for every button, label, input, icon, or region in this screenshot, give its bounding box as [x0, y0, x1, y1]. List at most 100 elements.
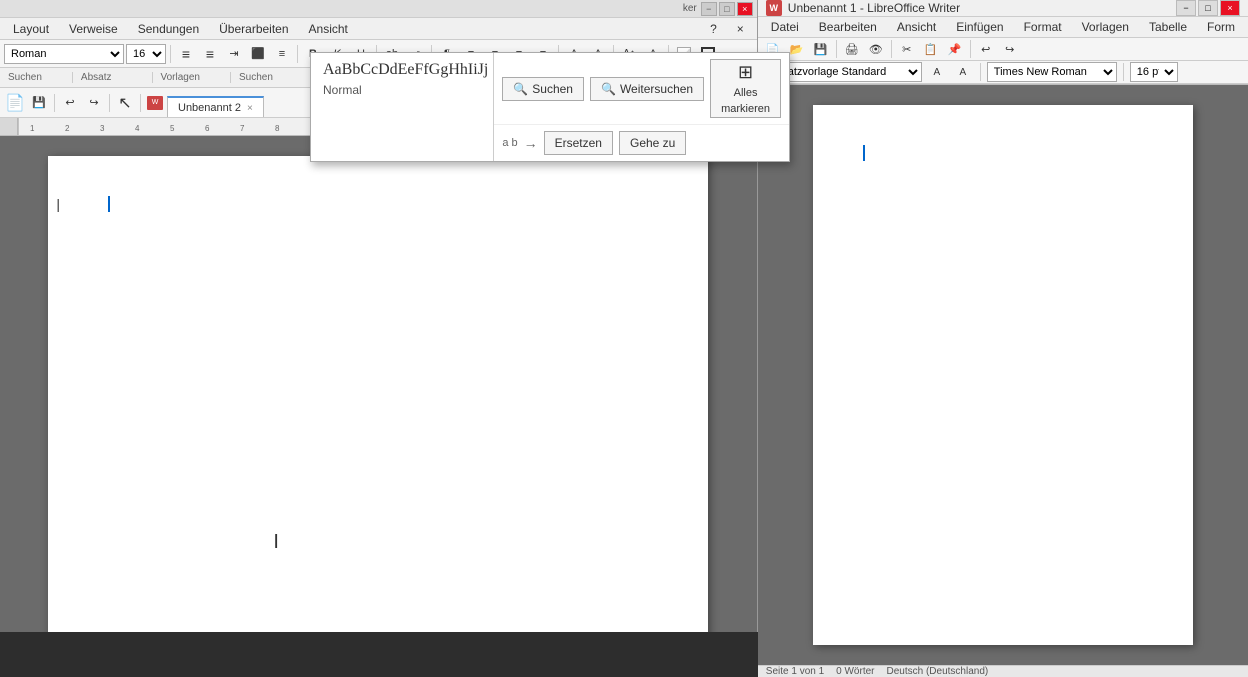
right-redo-button[interactable]: ↪: [999, 38, 1021, 60]
left-writer-window: ker − □ × Layout Verweise Sendungen Über…: [0, 0, 758, 632]
find-next-button[interactable]: 🔍 Weitersuchen: [590, 77, 704, 101]
maximize-button[interactable]: □: [719, 2, 735, 16]
right-font-size-select[interactable]: 16 pt: [1130, 62, 1178, 82]
left-menu-bar: Layout Verweise Sendungen Überarbeiten A…: [0, 18, 757, 40]
right-maximize-button[interactable]: □: [1198, 0, 1218, 16]
align-left-button[interactable]: ⬛: [247, 43, 269, 65]
font-name-select[interactable]: Roman Times New Roman: [4, 44, 124, 64]
menu-verweise[interactable]: Verweise: [60, 19, 127, 39]
search-icon: 🔍: [513, 82, 528, 96]
svg-text:5: 5: [170, 124, 175, 133]
svg-text:8: 8: [275, 124, 280, 133]
undo-button[interactable]: ↩: [59, 92, 81, 114]
right-menu-form[interactable]: Form: [1198, 17, 1244, 37]
toolbar-separator-2: [297, 45, 298, 63]
search-button[interactable]: 🔍 Suchen: [502, 77, 584, 101]
minimize-button[interactable]: −: [701, 2, 717, 16]
svg-text:1: 1: [30, 124, 35, 133]
right-title-bar: W Unbenannt 1 - LibreOffice Writer − □ ×: [758, 0, 1248, 17]
right-ruler-svg: 1 2 3 4 5 6 7 8: [758, 84, 1248, 85]
right-print-button[interactable]: 🖨: [841, 38, 863, 60]
clear-format-button[interactable]: A: [926, 61, 948, 83]
right-minimize-button[interactable]: −: [1176, 0, 1196, 16]
i-beam-cursor[interactable]: I: [273, 531, 279, 554]
right-fmt-sep1: [980, 63, 981, 81]
right-menu-tabelle[interactable]: Tabelle: [1140, 17, 1196, 37]
right-menu-einfuegen[interactable]: Einfügen: [947, 17, 1012, 37]
right-menu-bearbeiten[interactable]: Bearbeiten: [810, 17, 886, 37]
right-menu-ansicht[interactable]: Ansicht: [888, 17, 945, 37]
right-text-cursor: [863, 145, 865, 161]
font-size-select[interactable]: 16 12 14: [126, 44, 166, 64]
goto-label: Gehe zu: [630, 136, 675, 150]
goto-button[interactable]: Gehe zu: [619, 131, 686, 155]
zeichen-label: Suchen: [0, 72, 73, 83]
font-size-large-button[interactable]: A: [952, 61, 974, 83]
right-font-name-select[interactable]: Times New Roman: [987, 62, 1117, 82]
find-toolbar-inner: AaBbCcDdEeFfGgHhIiJj Normal 🔍 Suchen 🔍 W…: [311, 53, 789, 161]
replace-label: Ersetzen: [555, 136, 602, 150]
right-doc-area[interactable]: [758, 85, 1248, 665]
select-all-button[interactable]: ⊞ Alles markieren: [710, 59, 781, 118]
close-ribbon-button[interactable]: ×: [728, 19, 753, 39]
menu-ueberarbeiten[interactable]: Überarbeiten: [210, 19, 297, 39]
right-formatting-toolbar: Absatzvorlage Standard A A Times New Rom…: [758, 61, 1248, 84]
new-doc-button[interactable]: 📄: [4, 92, 26, 114]
right-close-button[interactable]: ×: [1220, 0, 1240, 16]
replace-arrow-icon: →: [524, 135, 538, 151]
text-cursor: [108, 196, 110, 212]
tab-close-button[interactable]: ×: [247, 103, 253, 114]
svg-text:4: 4: [135, 124, 140, 133]
menu-ansicht[interactable]: Ansicht: [300, 19, 357, 39]
right-ruler: 1 2 3 4 5 6 7 8: [758, 84, 1248, 85]
help-button[interactable]: ?: [701, 19, 726, 39]
right-fmt-sep2: [1123, 63, 1124, 81]
bullets-button[interactable]: ≡: [175, 43, 197, 65]
right-undo-button[interactable]: ↩: [975, 38, 997, 60]
right-save-button[interactable]: 💾: [810, 38, 832, 60]
svg-text:3: 3: [100, 124, 105, 133]
close-button[interactable]: ×: [737, 2, 753, 16]
right-menu-datei[interactable]: Datei: [762, 17, 808, 37]
right-menu-vorlagen[interactable]: Vorlagen: [1073, 17, 1138, 37]
indent-button[interactable]: ⇥: [223, 43, 245, 65]
toolbar-separator: [170, 45, 171, 63]
right-window-title: Unbenannt 1 - LibreOffice Writer: [788, 1, 1170, 15]
left-title-bar: ker − □ ×: [0, 0, 757, 18]
right-app-icon: W: [766, 0, 782, 16]
redo-button[interactable]: ↪: [83, 92, 105, 114]
replace-ab-label: a b: [502, 137, 517, 149]
svg-text:2: 2: [65, 124, 70, 133]
absatz-label: Absatz: [73, 72, 153, 83]
save-button[interactable]: 💾: [28, 92, 50, 114]
right-preview-button[interactable]: 👁: [865, 38, 887, 60]
right-sep1: [836, 40, 837, 58]
right-copy-button[interactable]: 📋: [920, 38, 942, 60]
language-info: Deutsch (Deutschland): [887, 666, 989, 677]
margin-cursor: |: [56, 196, 60, 212]
numbered-list-button[interactable]: ≡: [199, 43, 221, 65]
doc-tab-icon: W: [147, 96, 163, 110]
menu-sendungen[interactable]: Sendungen: [129, 19, 208, 39]
find-controls: 🔍 Suchen 🔍 Weitersuchen ⊞ Alles markiere…: [494, 53, 789, 161]
replace-button[interactable]: Ersetzen: [544, 131, 613, 155]
left-title-text: ker: [683, 3, 697, 14]
style-preview-text: AaBbCcDdEeFfGgHhIiJj: [323, 61, 481, 79]
page-info: Seite 1 von 1: [766, 666, 824, 677]
find-next-icon: 🔍: [601, 82, 616, 96]
tb-sep-9: [109, 94, 110, 112]
right-paste-button[interactable]: 📌: [944, 38, 966, 60]
left-doc-area[interactable]: | I: [0, 136, 757, 632]
menu-layout[interactable]: Layout: [4, 19, 58, 39]
align-center-button[interactable]: ≡: [271, 43, 293, 65]
left-win-controls: − □ ×: [701, 2, 753, 16]
tab-label: Unbenannt 2: [178, 102, 241, 114]
right-cut-button[interactable]: ✂: [896, 38, 918, 60]
select-all-label2: markieren: [721, 103, 770, 115]
doc-tab[interactable]: Unbenannt 2 ×: [167, 96, 264, 118]
svg-text:6: 6: [205, 124, 210, 133]
cursor-button[interactable]: ↖: [114, 92, 136, 114]
right-win-controls: − □ ×: [1176, 0, 1240, 16]
right-sep2: [891, 40, 892, 58]
right-menu-format[interactable]: Format: [1015, 17, 1071, 37]
